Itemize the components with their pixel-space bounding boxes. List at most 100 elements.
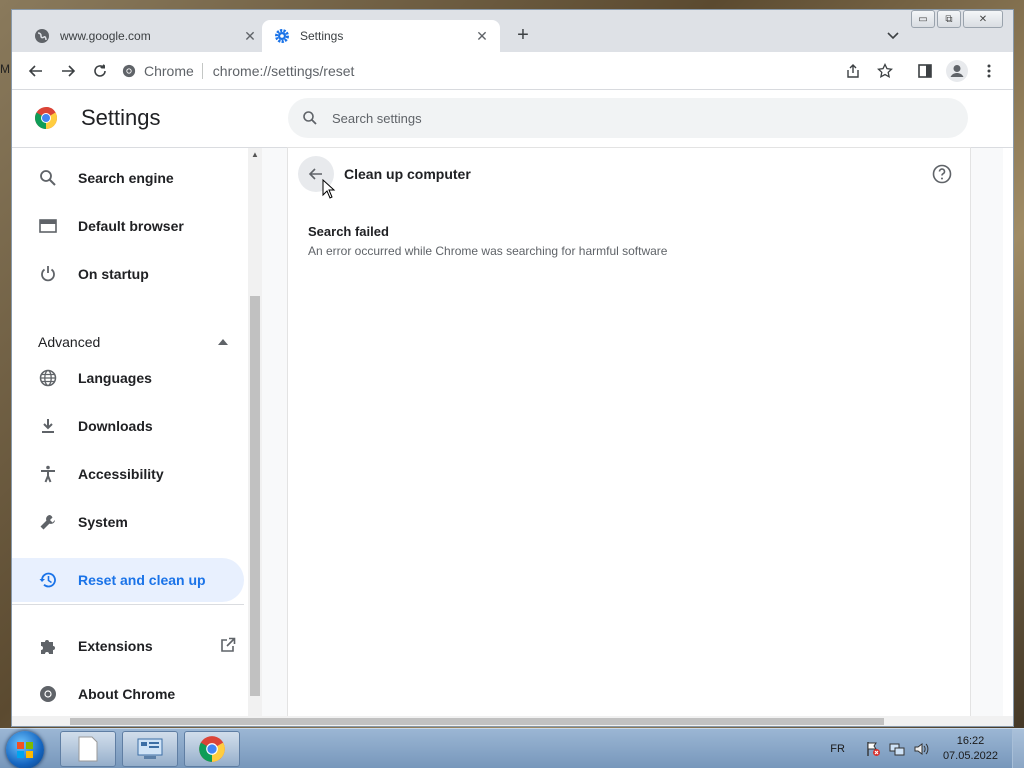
accessibility-icon [38,464,58,484]
sidebar-item-default-browser[interactable]: Default browser [12,204,244,248]
tab-title: www.google.com [60,29,151,43]
search-icon [303,111,317,125]
windows-logo-icon [17,742,33,758]
sidebar-item-label: On startup [78,266,149,282]
gear-icon [274,28,290,44]
close-icon[interactable]: ✕ [472,28,492,45]
clock-time: 16:22 [956,735,985,747]
caret-up-icon [218,339,228,345]
desktop-text: M [0,62,10,76]
url-text[interactable]: chrome://settings/reset [213,63,355,79]
document-icon [78,736,98,762]
sidebar-scrollbar[interactable]: ▲ ▼ [248,148,262,726]
new-tab-button[interactable]: + [512,24,534,46]
taskbar-control-panel[interactable] [122,731,178,767]
sidebar-item-languages[interactable]: Languages [12,356,244,400]
horizontal-scrollbar-thumb[interactable] [70,718,884,725]
status-title: Search failed [308,224,389,239]
sidebar-item-search-engine[interactable]: Search engine [12,156,244,200]
sidebar-item-label: About Chrome [78,686,176,702]
minimize-button[interactable]: ▭ [911,10,935,28]
site-chip[interactable]: Chrome [122,63,203,79]
sidebar-item-label: Extensions [78,638,153,654]
sidebar-item-reset-and-clean-up[interactable]: Reset and clean up [12,558,244,602]
system-tray: FR 16:22 07.05.2022 [830,729,1024,768]
chrome-icon [38,684,58,704]
help-icon[interactable] [932,164,952,184]
sidebar-item-downloads[interactable]: Downloads [12,404,244,448]
taskbar: FR 16:22 07.05.2022 [0,728,1024,768]
control-panel-icon [137,738,163,759]
sidebar-item-about-chrome[interactable]: About Chrome [12,672,244,716]
scroll-up-arrow-icon[interactable]: ▲ [251,150,259,159]
search-input[interactable]: Search settings [288,98,968,138]
start-button[interactable] [6,731,44,768]
sidebar-item-label: Languages [78,370,152,386]
site-chip-label: Chrome [144,63,194,79]
sidebar-item-accessibility[interactable]: Accessibility [12,452,244,496]
browser-window: www.google.com ✕ Settings ✕ + ▭ ⧉ ✕ Chro… [12,10,1013,726]
tab-settings[interactable]: Settings ✕ [262,20,500,52]
window-close-button[interactable]: ✕ [963,10,1003,28]
window-controls: ▭ ⧉ ✕ [911,10,1003,28]
download-icon [38,416,58,436]
star-icon[interactable] [869,55,901,87]
show-desktop-button[interactable] [1012,729,1024,768]
chrome-logo-icon [199,736,225,762]
profile-avatar[interactable] [941,55,973,87]
tab-strip: www.google.com ✕ Settings ✕ + ▭ ⧉ ✕ [12,10,1013,52]
sidebar-item-label: Downloads [78,418,153,434]
volume-icon[interactable] [913,741,929,757]
network-icon[interactable] [889,741,905,757]
main-scrollbar[interactable] [1003,148,1013,726]
sidebar-item-label: Accessibility [78,466,164,482]
cleanup-card: Clean up computer Search failed An error… [288,148,970,726]
advanced-section-toggle[interactable]: Advanced [38,334,228,350]
card-title: Clean up computer [344,166,471,182]
omnibox[interactable]: Chrome chrome://settings/reset [122,56,892,86]
open-in-new-icon [220,637,236,656]
action-center-flag-icon[interactable] [865,741,881,757]
side-panel-icon[interactable] [909,55,941,87]
sidebar-item-system[interactable]: System [12,500,244,544]
horizontal-scrollbar[interactable] [12,716,1013,726]
toolbar: Chrome chrome://settings/reset [12,52,1013,90]
chrome-logo-icon [35,107,57,129]
sidebar-item-label: Default browser [78,218,184,234]
reload-icon[interactable] [84,55,116,87]
menu-dots-icon[interactable] [973,55,1005,87]
status-description: An error occurred while Chrome was searc… [308,244,668,258]
share-icon[interactable] [837,55,869,87]
taskbar-notepad[interactable] [60,731,116,767]
restore-button[interactable]: ⧉ [937,10,961,28]
language-indicator[interactable]: FR [830,743,845,755]
sidebar-item-label: Reset and clean up [78,572,206,588]
clock-date: 07.05.2022 [942,750,998,762]
scrollbar-thumb[interactable] [250,296,260,696]
chrome-icon [122,64,136,78]
sidebar-item-on-startup[interactable]: On startup [12,252,244,296]
chevron-down-icon[interactable] [884,26,902,44]
puzzle-icon [38,636,58,656]
tab-title: Settings [300,29,344,43]
settings-header: Settings Search settings [12,90,1013,148]
clock[interactable]: 16:22 07.05.2022 [943,734,998,764]
forward-arrow-icon[interactable] [52,55,84,87]
wrench-icon [38,512,58,532]
close-icon[interactable]: ✕ [240,28,260,45]
sidebar-item-label: Search engine [78,170,174,186]
search-icon [38,168,58,188]
tab-google[interactable]: www.google.com ✕ [22,20,268,52]
sidebar-divider [12,604,244,605]
sidebar-item-label: System [78,514,128,530]
back-arrow-icon[interactable] [20,55,52,87]
search-placeholder: Search settings [332,110,422,126]
browser-icon [38,216,58,236]
power-icon [38,264,58,284]
taskbar-chrome[interactable] [184,731,240,767]
sidebar-item-extensions[interactable]: Extensions [12,624,244,668]
globe-icon [38,368,58,388]
sidebar: Search engine Default browser On startup… [12,148,248,726]
globe-icon [34,28,50,44]
restore-icon [38,570,58,590]
